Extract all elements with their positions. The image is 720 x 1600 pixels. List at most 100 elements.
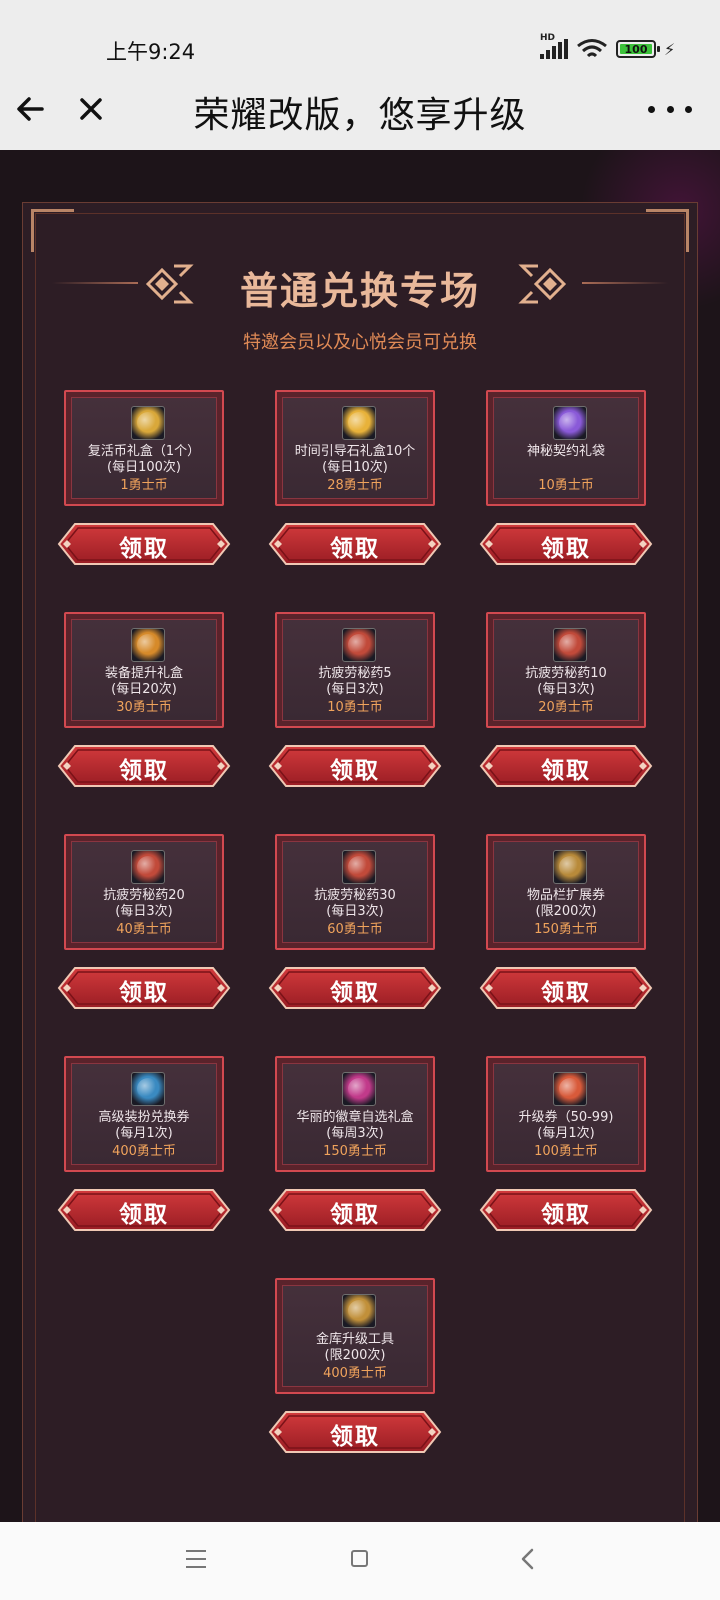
claim-button-label: 领取 [330,536,380,562]
vault-upgrade-tool-icon [342,1294,376,1328]
item-name: 抗疲劳秘药20 [103,888,185,903]
diamond-ornament-icon [518,264,567,304]
claim-button[interactable]: 领取 [479,742,653,790]
claim-button-label: 领取 [330,980,380,1006]
claim-button[interactable]: 领取 [268,1186,442,1234]
claim-button[interactable]: 领取 [268,742,442,790]
battery-level: 100 [620,43,652,56]
item-price: 400勇士币 [112,1144,176,1159]
item-name: 抗疲劳秘药30 [314,888,396,903]
exchange-item-card: 金库升级工具 (限200次) 400勇士币 [275,1278,435,1394]
section-title: 普通兑换专场 [239,269,480,313]
item-name: 高级装扮兑换券 [98,1110,190,1125]
claim-button[interactable]: 领取 [57,964,231,1012]
item-limit: (每日3次) [326,682,384,697]
item-name: 物品栏扩展券 [526,888,605,903]
exchange-item-card: 装备提升礼盒 (每日20次) 30勇士币 [64,612,224,728]
item-name: 抗疲劳秘药5 [318,666,392,681]
claim-button[interactable]: 领取 [479,1186,653,1234]
recent-apps-icon[interactable] [186,1550,206,1568]
item-price: 10勇士币 [538,478,594,493]
card-inner: 物品栏扩展券 (限200次) 150勇士币 [493,841,639,943]
card-inner: 抗疲劳秘药5 (每日3次) 10勇士币 [282,619,428,721]
inventory-expand-ticket-icon [553,850,587,884]
card-inner: 抗疲劳秘药10 (每日3次) 20勇士币 [493,619,639,721]
revive-coin-box-icon [131,406,165,440]
item-name: 时间引导石礼盒10个 [294,444,416,459]
nav-bar: 荣耀改版，悠享升级 [0,72,720,150]
claim-button-label: 领取 [330,758,380,784]
item-limit: (每日20次) [111,682,177,697]
level-up-ticket-icon [553,1072,587,1106]
item-limit: (每日3次) [326,904,384,919]
item-price: 28勇士币 [327,478,383,493]
exchange-item-card: 时间引导石礼盒10个 (每日10次) 28勇士币 [275,390,435,506]
item-limit: (每日3次) [115,904,173,919]
wifi-icon [577,39,607,58]
card-inner: 升级券（50-99) (每月1次) 100勇士币 [493,1063,639,1165]
item-limit: (每月1次) [115,1126,173,1141]
header-divider [582,282,668,284]
exchange-item-card: 华丽的徽章自选礼盒 (每周3次) 150勇士币 [275,1056,435,1172]
item-limit: (限200次) [535,904,597,919]
emblem-box-icon [342,1072,376,1106]
claim-button-label: 领取 [541,536,591,562]
more-options-icon[interactable] [648,94,692,124]
corner-ornament [646,209,689,252]
item-price: 100勇士币 [534,1144,598,1159]
avatar-exchange-ticket-icon [131,1072,165,1106]
fatigue-potion-icon [131,850,165,884]
card-inner: 华丽的徽章自选礼盒 (每周3次) 150勇士币 [282,1063,428,1165]
item-limit: (限200次) [324,1348,386,1363]
card-inner: 抗疲劳秘药20 (每日3次) 40勇士币 [71,841,217,943]
item-price: 60勇士币 [327,922,383,937]
claim-button[interactable]: 领取 [479,964,653,1012]
claim-button-label: 领取 [119,980,169,1006]
item-limit: (每日3次) [537,682,595,697]
claim-button-label: 领取 [119,758,169,784]
claim-button[interactable]: 领取 [479,520,653,568]
card-inner: 复活币礼盒（1个） (每日100次) 1勇士币 [71,397,217,499]
card-inner: 时间引导石礼盒10个 (每日10次) 28勇士币 [282,397,428,499]
claim-button[interactable]: 领取 [57,742,231,790]
item-price: 1勇士币 [120,478,168,493]
item-price: 400勇士币 [323,1366,387,1381]
exchange-item-card: 物品栏扩展券 (限200次) 150勇士币 [486,834,646,950]
claim-button-label: 领取 [541,758,591,784]
card-inner: 高级装扮兑换券 (每月1次) 400勇士币 [71,1063,217,1165]
card-inner: 抗疲劳秘药30 (每日3次) 60勇士币 [282,841,428,943]
claim-button-label: 领取 [541,980,591,1006]
home-icon[interactable] [351,1550,368,1567]
claim-button[interactable]: 领取 [268,520,442,568]
item-name: 神秘契约礼袋 [526,444,605,459]
item-name: 抗疲劳秘药10 [525,666,607,681]
system-back-icon[interactable] [518,1548,538,1570]
claim-button[interactable]: 领取 [57,520,231,568]
item-limit: (每日10次) [322,460,388,475]
item-limit: (每日100次) [107,460,181,475]
exchange-page: 普通兑换专场 特邀会员以及心悦会员可兑换 复活币礼盒（1个） (每日100次) 1勇… [0,150,720,1522]
exchange-item-card: 抗疲劳秘药30 (每日3次) 60勇士币 [275,834,435,950]
section-header: 普通兑换专场 [0,250,720,320]
card-inner: 装备提升礼盒 (每日20次) 30勇士币 [71,619,217,721]
charging-icon: ⚡ [664,39,676,59]
status-icons: HD 100 ⚡ [540,33,676,60]
item-price: 10勇士币 [327,700,383,715]
item-price: 150勇士币 [323,1144,387,1159]
exchange-item-card: 复活币礼盒（1个） (每日100次) 1勇士币 [64,390,224,506]
item-price: 30勇士币 [116,700,172,715]
item-name: 升级券（50-99) [518,1110,614,1125]
eligibility-note: 特邀会员以及心悦会员可兑换 [243,332,477,353]
network-type-label: HD [540,33,556,43]
item-name: 金库升级工具 [315,1332,394,1347]
item-name: 华丽的徽章自选礼盒 [296,1110,414,1125]
card-inner: 金库升级工具 (限200次) 400勇士币 [282,1285,428,1387]
item-price: 150勇士币 [534,922,598,937]
equipment-upgrade-box-icon [131,628,165,662]
system-nav-bar [0,1522,720,1600]
claim-button-label: 领取 [330,1202,380,1228]
signal-icon: HD [540,33,568,59]
claim-button[interactable]: 领取 [268,1408,442,1456]
claim-button[interactable]: 领取 [268,964,442,1012]
claim-button[interactable]: 领取 [57,1186,231,1234]
